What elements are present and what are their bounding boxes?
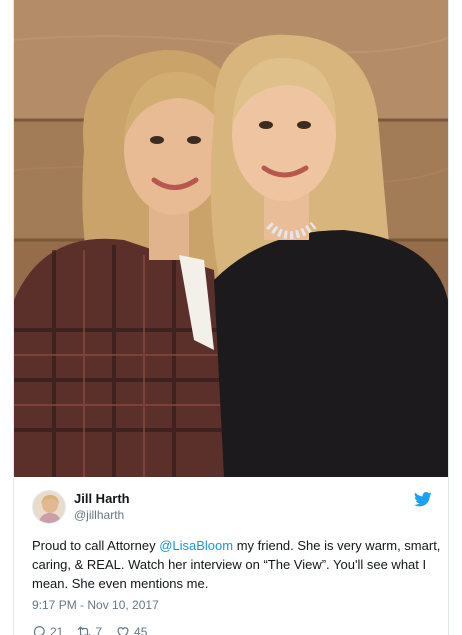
tweet-text: Proud to call Attorney @LisaBloom my fri… <box>32 536 442 593</box>
heart-icon <box>117 627 129 635</box>
reply-button[interactable]: 21 <box>32 625 63 635</box>
tweet-header: Jill Harth @jillharth <box>32 490 432 524</box>
like-count: 45 <box>134 625 148 635</box>
twitter-bird-icon[interactable] <box>414 492 432 507</box>
user-handle[interactable]: @jillharth <box>74 508 124 522</box>
tweet-photo[interactable] <box>14 0 448 477</box>
photo-illustration <box>14 0 448 477</box>
user-name[interactable]: Jill Harth <box>74 491 130 506</box>
retweet-button[interactable]: 7 <box>77 625 102 635</box>
retweet-icon <box>78 626 91 635</box>
retweet-count: 7 <box>95 625 103 635</box>
tweet-text-before: Proud to call Attorney <box>32 538 160 553</box>
tweet-timestamp[interactable]: 9:17 PM - Nov 10, 2017 <box>32 598 159 612</box>
reply-icon <box>33 626 45 635</box>
tweet-actions: 21 7 45 <box>32 624 147 635</box>
tweet-card[interactable]: Jill Harth @jillharth Proud to call Atto… <box>13 0 449 635</box>
like-button[interactable]: 45 <box>116 625 147 635</box>
reply-count: 21 <box>50 625 64 635</box>
avatar[interactable] <box>32 490 66 524</box>
mention-link[interactable]: @LisaBloom <box>159 538 233 553</box>
